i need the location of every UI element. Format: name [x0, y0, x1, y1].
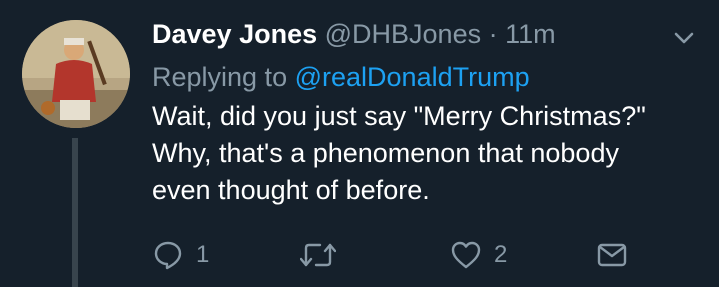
tweet-text: Wait, did you just say "Merry Christmas?…	[152, 98, 692, 209]
reply-icon	[154, 241, 182, 270]
avatar[interactable]	[22, 20, 130, 128]
replying-to-mention[interactable]: @realDonaldTrump	[295, 62, 530, 92]
like-count: 2	[494, 241, 508, 268]
envelope-icon	[597, 243, 627, 267]
chevron-down-icon[interactable]	[672, 26, 696, 50]
tweet-text-line: Wait, did you just say "Merry Christmas?…	[152, 101, 646, 131]
timestamp[interactable]: 11m	[505, 19, 556, 49]
replying-to: Replying to @realDonaldTrump	[152, 60, 530, 94]
like-button[interactable]: 2	[450, 235, 507, 275]
tweet-header: Davey Jones @DHBJones · 11m	[152, 16, 556, 52]
retweet-icon	[300, 243, 336, 267]
heart-icon	[451, 241, 481, 269]
avatar-image	[22, 20, 130, 128]
tweet-actions: 1 2	[152, 235, 652, 275]
thread-line	[72, 138, 78, 287]
retweet-button[interactable]	[300, 235, 348, 275]
tweet-text-line: Why, that's a phenomenon that nobody	[152, 138, 619, 168]
tweet[interactable]: Davey Jones @DHBJones · 11m Replying to …	[0, 0, 719, 287]
direct-message-button[interactable]	[596, 235, 628, 275]
reply-count: 1	[196, 241, 210, 268]
replying-to-label: Replying to	[152, 62, 288, 92]
author-name[interactable]: Davey Jones	[152, 19, 317, 49]
reply-button[interactable]: 1	[152, 235, 209, 275]
tweet-text-line: even thought of before.	[152, 175, 430, 205]
author-handle[interactable]: @DHBJones	[325, 19, 481, 49]
separator-dot: ·	[488, 19, 498, 49]
